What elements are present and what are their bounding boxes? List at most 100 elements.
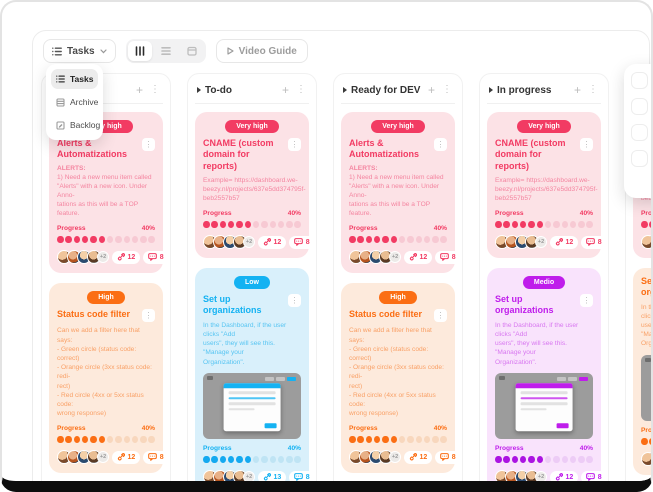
attachment-screenshot[interactable] (495, 373, 593, 439)
board-selector-dropdown-trigger[interactable]: Tasks (43, 39, 116, 63)
comments-count-pill[interactable]: 8 (581, 236, 606, 249)
links-count-pill[interactable]: 12 (112, 451, 140, 464)
comments-count-pill[interactable]: 8 (435, 251, 460, 264)
play-icon (227, 47, 234, 55)
panel-action-button[interactable] (631, 124, 648, 141)
panel-action-button[interactable] (631, 150, 648, 167)
video-guide-button[interactable]: Video Guide (216, 39, 308, 63)
add-card-button[interactable]: + (134, 84, 145, 96)
card-title: Alerts & Automatizations (57, 138, 138, 161)
links-count-pill[interactable]: 12 (404, 251, 432, 264)
assignee-avatars[interactable]: +2 (495, 470, 547, 484)
task-card[interactable]: LowSet up organizations⋮In the Dashboard… (195, 268, 309, 492)
avatar-overflow-count[interactable]: +2 (389, 451, 401, 463)
progress-dots (641, 221, 653, 229)
collapse-arrow-icon[interactable] (343, 87, 347, 93)
progress-row: Progress40% (641, 210, 653, 217)
assignee-avatars[interactable]: +2 (203, 235, 255, 249)
links-count-pill[interactable]: 13 (258, 471, 286, 484)
progress-percent: 40% (580, 210, 593, 217)
comments-count-pill[interactable]: 8 (435, 451, 460, 464)
avatar-overflow-count[interactable]: +2 (97, 451, 109, 463)
avatar-overflow-count[interactable]: +2 (243, 236, 255, 248)
column-menu-icon[interactable]: ⋮ (441, 85, 453, 95)
task-card[interactable]: MedioCustom subscription (new pricing pa… (49, 483, 163, 492)
add-card-button[interactable]: + (426, 84, 437, 96)
collapse-arrow-icon[interactable] (489, 87, 493, 93)
assignee-avatars[interactable]: +2 (57, 250, 109, 264)
add-card-button[interactable]: + (572, 84, 583, 96)
assignee-avatars[interactable]: +2 (641, 235, 653, 249)
progress-dots (349, 436, 447, 444)
panel-action-button[interactable] (631, 98, 648, 115)
task-card[interactable]: Set up organizations⋮In the Dashboard, i… (633, 268, 653, 475)
dropdown-item-archive[interactable]: Archive (51, 92, 98, 112)
avatar[interactable] (641, 452, 653, 466)
progress-dot (294, 456, 301, 464)
card-menu-icon[interactable]: ⋮ (288, 138, 301, 151)
comments-count-pill[interactable]: 8 (143, 251, 168, 264)
calendar-view-button[interactable] (180, 41, 204, 61)
task-card[interactable]: Very highCNAME (custom domain for report… (487, 112, 601, 258)
card-title-row: CNAME (custom domain for reports)⋮ (495, 138, 593, 172)
comments-count-pill[interactable]: 8 (143, 451, 168, 464)
assignee-avatars[interactable]: +2 (641, 452, 653, 466)
card-title: Status code filter (349, 309, 430, 320)
links-count-pill[interactable]: 12 (112, 251, 140, 264)
card-menu-icon[interactable]: ⋮ (580, 138, 593, 151)
task-card[interactable]: HighStatus code filter⋮Can we add a filt… (341, 283, 455, 473)
progress-percent: 40% (580, 445, 593, 452)
links-count-pill[interactable]: 12 (404, 451, 432, 464)
task-card[interactable]: Very highAlerts & Automatizations⋮ALERTS… (341, 112, 455, 273)
task-card[interactable]: HighStatus code filter⋮Can we add a filt… (49, 283, 163, 473)
card-menu-icon[interactable]: ⋮ (434, 138, 447, 151)
card-menu-icon[interactable]: ⋮ (434, 309, 447, 322)
links-count-pill[interactable]: 12 (550, 471, 578, 484)
assignee-avatars[interactable]: +2 (57, 450, 109, 464)
card-title-row: Set up organizations⋮ (495, 294, 593, 317)
progress-dot (649, 438, 653, 446)
dropdown-item-tasks[interactable]: Tasks (51, 69, 98, 89)
list-view-button[interactable] (154, 41, 178, 61)
links-count-pill[interactable]: 12 (258, 236, 286, 249)
kanban-view-button[interactable] (128, 41, 152, 61)
card-menu-icon[interactable]: ⋮ (580, 294, 593, 307)
card-menu-icon[interactable]: ⋮ (142, 138, 155, 151)
assignee-avatars[interactable]: +2 (349, 450, 401, 464)
panel-action-button[interactable] (631, 72, 648, 89)
assignee-avatars[interactable]: +2 (495, 235, 547, 249)
assignee-avatars[interactable]: +2 (349, 250, 401, 264)
attachment-screenshot[interactable] (641, 355, 653, 421)
task-card[interactable]: MedioCustom subscription (new pricing pa… (341, 483, 455, 492)
progress-dot (57, 236, 64, 244)
avatar-overflow-count[interactable]: +2 (535, 471, 547, 483)
progress-dot (495, 456, 502, 464)
column-menu-icon[interactable]: ⋮ (295, 85, 307, 95)
column-menu-icon[interactable]: ⋮ (149, 85, 161, 95)
card-menu-icon[interactable]: ⋮ (288, 294, 301, 307)
comments-count-pill[interactable]: 8 (289, 471, 314, 484)
add-card-button[interactable]: + (280, 84, 291, 96)
task-card[interactable]: MedioSet up organizations⋮In the Dashboa… (487, 268, 601, 492)
avatar[interactable] (641, 235, 653, 249)
progress-dot (641, 221, 648, 229)
dropdown-item-backlog[interactable]: Backlog (51, 115, 98, 135)
card-description: In the Dashboard, if the user clicks "Ad… (203, 321, 301, 367)
avatar-overflow-count[interactable]: +2 (243, 471, 255, 483)
card-menu-icon[interactable]: ⋮ (142, 309, 155, 322)
links-count-pill[interactable]: 12 (550, 236, 578, 249)
comments-count-pill[interactable]: 8 (581, 471, 606, 484)
attachment-screenshot[interactable] (203, 373, 301, 439)
comments-count-pill[interactable]: 8 (289, 236, 314, 249)
thumb-logo (207, 376, 213, 380)
column-header: In progress+⋮ (487, 82, 601, 96)
progress-dot (424, 436, 431, 444)
column-menu-icon[interactable]: ⋮ (587, 85, 599, 95)
task-card[interactable]: Very highCNAME (custom domain for report… (195, 112, 309, 258)
collapse-arrow-icon[interactable] (197, 87, 201, 93)
avatar-overflow-count[interactable]: +2 (97, 251, 109, 263)
avatar-overflow-count[interactable]: +2 (389, 251, 401, 263)
column-header: To-do+⋮ (195, 82, 309, 96)
avatar-overflow-count[interactable]: +2 (535, 236, 547, 248)
assignee-avatars[interactable]: +2 (203, 470, 255, 484)
